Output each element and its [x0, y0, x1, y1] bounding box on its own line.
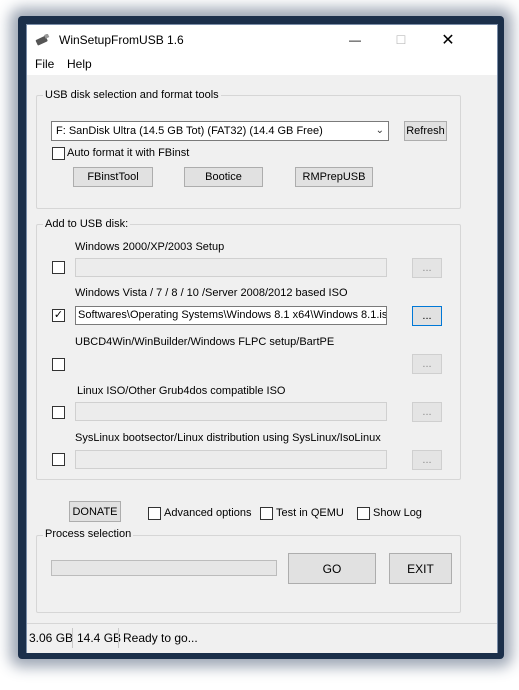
progress-bar	[51, 560, 277, 576]
advanced-options-checkbox[interactable]	[148, 507, 161, 520]
status-bar: 3.06 GB 14.4 GB Ready to go...	[27, 623, 497, 653]
checkmark-icon: ✓	[53, 309, 64, 321]
add-group-label: Add to USB disk:	[43, 218, 131, 230]
status-used-space: 3.06 GB	[29, 631, 74, 645]
usb-disk-value: F: SanDisk Ultra (14.5 GB Tot) (FAT32) (…	[56, 125, 323, 137]
windows-vista-browse-button[interactable]: ...	[412, 306, 442, 326]
status-free-space: 14.4 GB	[77, 631, 122, 645]
donate-button[interactable]: DONATE	[69, 501, 121, 522]
auto-format-checkbox[interactable]	[52, 147, 65, 160]
menu-bar: File Help	[27, 55, 497, 75]
status-separator	[72, 628, 73, 648]
close-button[interactable]: ✕	[425, 25, 471, 55]
exit-button[interactable]: EXIT	[389, 553, 452, 584]
go-button[interactable]: GO	[288, 553, 376, 584]
windows-xp-label: Windows 2000/XP/2003 Setup	[75, 241, 225, 253]
windows-vista-label: Windows Vista / 7 / 8 / 10 /Server 2008/…	[75, 287, 348, 299]
linux-iso-browse-button[interactable]: ...	[412, 402, 442, 422]
syslinux-checkbox[interactable]	[52, 453, 65, 466]
minimize-button[interactable]: —	[332, 25, 378, 55]
advanced-options-label: Advanced options	[164, 507, 252, 519]
test-in-qemu-label: Test in QEMU	[276, 507, 344, 519]
chevron-down-icon: ⌄	[375, 125, 384, 136]
process-group-label: Process selection	[43, 528, 134, 540]
rmprepusb-button[interactable]: RMPrepUSB	[295, 167, 373, 187]
title-bar[interactable]: WinSetupFromUSB 1.6 — ☐ ✕	[27, 25, 497, 55]
windows-xp-path[interactable]	[75, 258, 387, 277]
app-window: WinSetupFromUSB 1.6 — ☐ ✕ File Help USB …	[26, 24, 498, 653]
auto-format-label: Auto format it with FBinst	[67, 147, 190, 159]
menu-file[interactable]: File	[35, 57, 54, 71]
windows-xp-checkbox[interactable]	[52, 261, 65, 274]
show-log-label: Show Log	[373, 507, 422, 519]
menu-help[interactable]: Help	[67, 57, 92, 71]
status-message: Ready to go...	[123, 631, 198, 645]
syslinux-label: SysLinux bootsector/Linux distribution u…	[75, 432, 381, 444]
windows-xp-browse-button[interactable]: ...	[412, 258, 442, 278]
linux-iso-path[interactable]	[75, 402, 387, 421]
ubcd4win-label: UBCD4Win/WinBuilder/Windows FLPC setup/B…	[75, 336, 335, 348]
linux-iso-checkbox[interactable]	[52, 406, 65, 419]
test-in-qemu-checkbox[interactable]	[260, 507, 273, 520]
maximize-button[interactable]: ☐	[378, 25, 424, 55]
linux-iso-label: Linux ISO/Other Grub4dos compatible ISO	[77, 385, 286, 397]
status-separator	[118, 628, 119, 648]
refresh-button[interactable]: Refresh	[404, 121, 447, 141]
show-log-checkbox[interactable]	[357, 507, 370, 520]
ubcd4win-checkbox[interactable]	[52, 358, 65, 371]
windows-vista-path[interactable]: Softwares\Operating Systems\Windows 8.1 …	[75, 306, 387, 325]
bootice-button[interactable]: Bootice	[184, 167, 263, 187]
usb-disk-select[interactable]: F: SanDisk Ultra (14.5 GB Tot) (FAT32) (…	[51, 121, 389, 141]
fbinsttool-button[interactable]: FBinstTool	[73, 167, 153, 187]
syslinux-browse-button[interactable]: ...	[412, 450, 442, 470]
syslinux-path[interactable]	[75, 450, 387, 469]
usb-drive-icon	[35, 34, 50, 46]
ubcd4win-browse-button[interactable]: ...	[412, 354, 442, 374]
usb-group-label: USB disk selection and format tools	[43, 89, 221, 101]
window-title: WinSetupFromUSB 1.6	[59, 33, 184, 47]
windows-vista-checkbox[interactable]: ✓	[52, 309, 65, 322]
